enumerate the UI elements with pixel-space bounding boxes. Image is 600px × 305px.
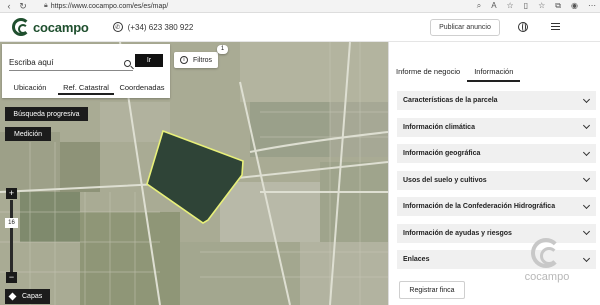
- chevron-down-icon: [582, 148, 591, 156]
- chevron-down-icon: [582, 121, 591, 130]
- layers-icon: [8, 292, 17, 301]
- read-aloud-icon[interactable]: A: [491, 1, 496, 11]
- section-climate[interactable]: Información climática: [397, 117, 596, 137]
- measure-button[interactable]: Medición: [5, 127, 51, 141]
- layers-button[interactable]: Capas: [5, 289, 50, 304]
- more-icon[interactable]: ⋯: [588, 1, 596, 11]
- address-bar[interactable]: https://www.cocampo.com/es/es/map/: [51, 3, 169, 10]
- go-button[interactable]: Ir: [135, 54, 163, 67]
- section-label: Información de ayudas y riesgos: [403, 229, 512, 237]
- cocampo-watermark: cocampo: [517, 238, 577, 290]
- tab-ref-catastral[interactable]: Ref. Catastral: [58, 81, 114, 95]
- zoom-level-indicator[interactable]: 16: [5, 218, 18, 228]
- back-icon[interactable]: ‹: [4, 1, 14, 11]
- logo-mark-icon: [12, 18, 30, 36]
- section-label: Características de la parcela: [403, 97, 498, 104]
- layers-label: Capas: [22, 293, 43, 300]
- chevron-down-icon: [582, 95, 591, 103]
- section-parcel-features[interactable]: Características de la parcela: [397, 91, 596, 110]
- chevron-down-icon: [582, 201, 591, 209]
- search-tabs: Ubicación Ref. Catastral Coordenadas: [2, 81, 170, 95]
- split-icon[interactable]: ▯: [524, 1, 528, 11]
- tab-ubicacion[interactable]: Ubicación: [2, 81, 58, 95]
- section-label: Información de la Confederación Hidrográ…: [403, 203, 556, 210]
- zoom-in-button[interactable]: +: [6, 188, 17, 199]
- chevron-down-icon: [582, 174, 591, 183]
- extensions-icon[interactable]: ⧉: [555, 1, 561, 11]
- section-land-use[interactable]: Usos del suelo y cultivos: [397, 170, 596, 190]
- tab-business-report[interactable]: Informe de negocio: [389, 62, 467, 82]
- section-label: Enlaces: [403, 256, 430, 263]
- search-panel: Ir Ubicación Ref. Catastral Coordenadas: [2, 44, 170, 98]
- logo-text: cocampo: [33, 19, 89, 35]
- zoom-icon[interactable]: ⌕: [477, 1, 481, 11]
- tab-coordenadas[interactable]: Coordenadas: [114, 81, 170, 95]
- chevron-down-icon: [582, 254, 591, 262]
- search-box: [9, 58, 133, 71]
- site-header: cocampo ✆ (+34) 623 380 922 Publicar anu…: [0, 13, 600, 42]
- chevron-down-icon: [582, 227, 591, 236]
- watermark-text: cocampo: [524, 271, 570, 283]
- tab-information[interactable]: Información: [467, 62, 521, 82]
- register-farm-button[interactable]: Registrar finca: [399, 281, 465, 299]
- phone-contact[interactable]: ✆ (+34) 623 380 922: [112, 22, 194, 32]
- publish-listing-button[interactable]: Publicar anuncio: [430, 19, 500, 36]
- zoom-out-button[interactable]: −: [6, 272, 17, 283]
- search-icon[interactable]: [124, 60, 131, 67]
- whatsapp-icon: ✆: [112, 22, 123, 32]
- refresh-icon[interactable]: ↻: [18, 1, 28, 11]
- browser-actions: ⌕ A ☆ ▯ ☆ ⧉ ◉ ⋯: [477, 1, 596, 11]
- panel-tabs: Informe de negocio Información: [389, 62, 600, 82]
- search-input[interactable]: [9, 58, 119, 67]
- collections-icon[interactable]: ☆: [538, 1, 545, 11]
- filters-label: Filtros: [193, 56, 213, 64]
- filters-button[interactable]: i Filtros: [174, 52, 218, 68]
- logo[interactable]: cocampo: [12, 18, 89, 36]
- browser-toolbar: ‹ ↻ 🔒︎ https://www.cocampo.com/es/es/map…: [0, 0, 600, 13]
- zoom-slider-track[interactable]: [10, 200, 13, 272]
- filters-count-badge: 1: [217, 45, 228, 54]
- section-label: Información geográfica: [403, 150, 481, 157]
- phone-number: (+34) 623 380 922: [127, 22, 194, 32]
- lock-icon: 🔒︎: [44, 2, 48, 9]
- menu-icon[interactable]: [551, 23, 560, 30]
- progressive-search-button[interactable]: Búsqueda progresiva: [5, 107, 88, 121]
- section-hydrographic[interactable]: Información de la Confederación Hidrográ…: [397, 197, 596, 216]
- zoom-control: + 16 −: [5, 188, 18, 285]
- profile-icon[interactable]: ◉: [571, 1, 578, 11]
- info-panel: Informe de negocio Información Caracterí…: [388, 42, 600, 305]
- section-geographic[interactable]: Información geográfica: [397, 144, 596, 163]
- info-icon: i: [180, 56, 188, 64]
- watermark-logo-icon: [531, 238, 561, 268]
- section-label: Usos del suelo y cultivos: [403, 176, 487, 184]
- section-label: Información climática: [403, 123, 475, 131]
- language-globe-icon[interactable]: [518, 22, 528, 32]
- favorite-icon[interactable]: ☆: [507, 1, 514, 11]
